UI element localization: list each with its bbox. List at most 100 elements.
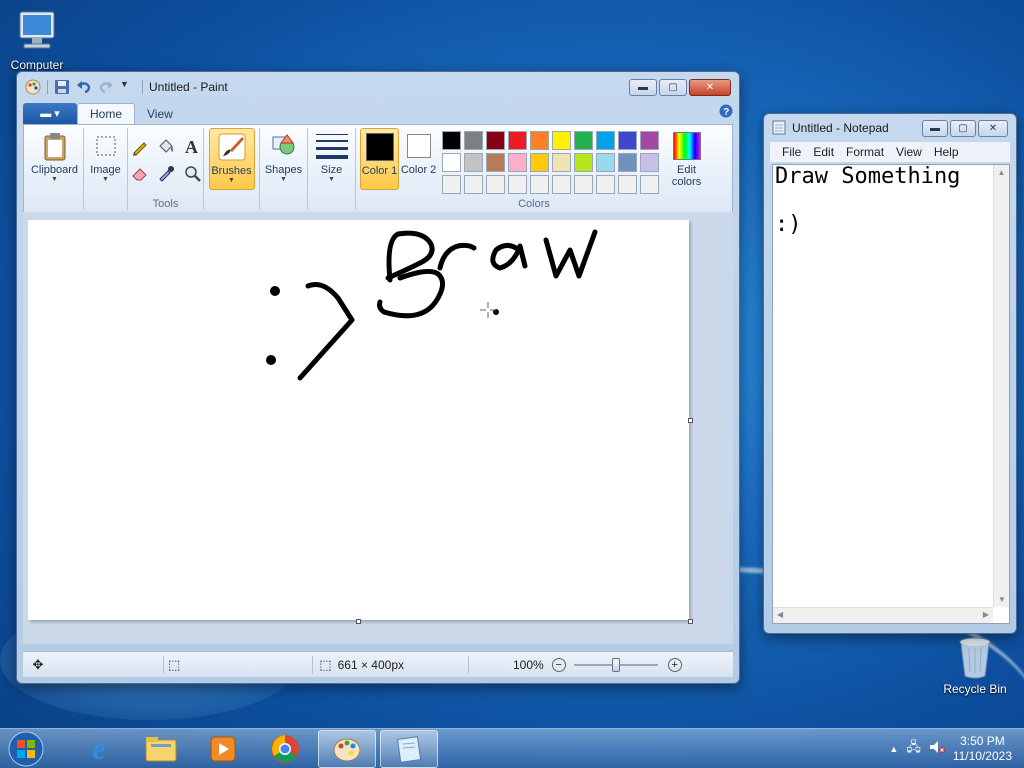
minimize-button[interactable]: ▬	[922, 119, 948, 137]
resize-handle-bottom[interactable]	[356, 619, 361, 624]
resize-handle-right[interactable]	[688, 418, 693, 423]
close-button[interactable]: ✕	[978, 119, 1008, 137]
color-swatch[interactable]	[640, 131, 660, 150]
color-swatch[interactable]	[464, 153, 484, 172]
color-swatch[interactable]	[596, 153, 616, 172]
redo-icon[interactable]	[98, 79, 114, 95]
fill-icon[interactable]	[155, 136, 177, 158]
scroll-left-icon[interactable]: ◀	[777, 610, 783, 619]
color-swatch[interactable]	[486, 153, 506, 172]
color-swatch[interactable]	[508, 131, 528, 150]
desktop-icon-recycle-bin[interactable]: Recycle Bin	[940, 634, 1010, 696]
edit-colors-label: Edit colors	[671, 164, 702, 188]
shapes-button[interactable]: Shapes ▼	[261, 128, 307, 190]
color-swatch[interactable]	[574, 153, 594, 172]
menu-format[interactable]: Format	[840, 145, 890, 159]
color-swatch[interactable]	[574, 131, 594, 150]
color-swatch[interactable]	[508, 175, 528, 194]
clock[interactable]: 3:50 PM 11/10/2023	[953, 734, 1012, 764]
color-swatch[interactable]	[552, 131, 572, 150]
magnifier-icon[interactable]	[181, 162, 203, 184]
menu-view[interactable]: View	[890, 145, 928, 159]
tab-home[interactable]: Home	[77, 103, 136, 124]
taskbar-ie[interactable]: e	[70, 730, 128, 768]
computer-icon	[14, 8, 60, 56]
zoom-slider[interactable]	[573, 657, 658, 672]
help-icon[interactable]: ?	[719, 104, 733, 121]
color-swatch[interactable]	[442, 131, 462, 150]
volume-muted-icon[interactable]	[929, 740, 945, 757]
color-swatch[interactable]	[486, 131, 506, 150]
menu-help[interactable]: Help	[928, 145, 965, 159]
undo-icon[interactable]	[76, 79, 92, 95]
close-button[interactable]: ✕	[689, 78, 731, 96]
tab-view[interactable]: View	[135, 104, 185, 124]
clipboard-button[interactable]: Clipboard ▼	[31, 128, 78, 190]
image-button[interactable]: Image ▼	[83, 128, 129, 190]
menu-file[interactable]: File	[776, 145, 807, 159]
taskbar-paint[interactable]	[318, 729, 376, 768]
zoom-slider-thumb[interactable]	[611, 657, 620, 672]
color-swatch[interactable]	[464, 131, 484, 150]
color-swatch[interactable]	[596, 131, 616, 150]
desktop-icon-computer[interactable]: Computer	[2, 8, 72, 72]
color-swatch[interactable]	[618, 175, 638, 194]
taskbar-explorer[interactable]	[132, 730, 190, 768]
maximize-button[interactable]: ▢	[950, 119, 976, 137]
zoom-in-button[interactable]: +	[667, 657, 682, 672]
color-swatch[interactable]	[530, 131, 550, 150]
paint-menu-button[interactable]: ▬ ▾	[23, 103, 77, 124]
color1-button[interactable]: Color 1	[360, 128, 400, 190]
color-swatch[interactable]	[530, 175, 550, 194]
notepad-titlebar[interactable]: Untitled - Notepad ▬ ▢ ✕	[764, 114, 1016, 142]
color-swatch[interactable]	[552, 153, 572, 172]
paint-titlebar[interactable]: ▼ Untitled - Paint ▬ ▢ ✕	[17, 72, 739, 102]
status-bar: ✥ ⬚ ⬚ 661 × 400px 100% − +	[23, 651, 733, 677]
maximize-button[interactable]: ▢	[659, 78, 687, 96]
network-icon[interactable]: 🖧	[906, 738, 921, 760]
taskbar-media-player[interactable]	[194, 730, 252, 768]
color-swatch[interactable]	[508, 153, 528, 172]
zoom-out-button[interactable]: −	[551, 657, 566, 672]
start-button[interactable]	[4, 729, 48, 768]
pencil-icon[interactable]	[129, 136, 151, 158]
scroll-down-icon[interactable]: ▼	[994, 595, 1010, 604]
paint-app-icon[interactable]	[25, 79, 41, 95]
windows-orb-icon	[8, 731, 44, 766]
scroll-right-icon[interactable]: ▶	[983, 610, 989, 619]
resize-handle-corner[interactable]	[688, 619, 693, 624]
customize-qat-icon[interactable]: ▼	[120, 79, 136, 95]
color-swatch[interactable]	[618, 131, 638, 150]
notepad-text-area[interactable]: Draw Something :) ▲ ▼ ◀ ▶	[772, 164, 1010, 624]
size-button[interactable]: Size ▼	[309, 128, 355, 190]
color-swatch[interactable]	[574, 175, 594, 194]
text-icon[interactable]: A	[181, 136, 203, 158]
brushes-button[interactable]: Brushes ▼	[208, 128, 255, 190]
drawing-canvas[interactable]	[28, 220, 689, 620]
scroll-up-icon[interactable]: ▲	[994, 168, 1009, 177]
color-swatch[interactable]	[640, 153, 660, 172]
color-swatch[interactable]	[640, 175, 660, 194]
horizontal-scrollbar[interactable]: ◀ ▶	[773, 607, 993, 623]
color-swatch[interactable]	[486, 175, 506, 194]
color-swatch[interactable]	[596, 175, 616, 194]
color-swatch[interactable]	[552, 175, 572, 194]
color-picker-icon[interactable]	[155, 162, 177, 184]
edit-colors-button[interactable]: Edit colors	[665, 128, 708, 190]
color-swatch[interactable]	[530, 153, 550, 172]
color-swatch[interactable]	[464, 175, 484, 194]
taskbar-chrome[interactable]	[256, 730, 314, 768]
menu-edit[interactable]: Edit	[807, 145, 840, 159]
select-icon	[90, 130, 122, 162]
eraser-icon[interactable]	[129, 162, 151, 184]
color-swatch[interactable]	[442, 175, 462, 194]
vertical-scrollbar[interactable]: ▲ ▼	[993, 165, 1009, 607]
color-swatch[interactable]	[442, 153, 462, 172]
smile-stroke	[297, 282, 355, 381]
show-hidden-icons-button[interactable]: ▲	[889, 744, 898, 754]
taskbar-notepad[interactable]	[380, 729, 438, 768]
minimize-button[interactable]: ▬	[629, 78, 657, 96]
save-icon[interactable]	[54, 79, 70, 95]
color-swatch[interactable]	[618, 153, 638, 172]
color2-button[interactable]: Color 2	[399, 128, 438, 190]
